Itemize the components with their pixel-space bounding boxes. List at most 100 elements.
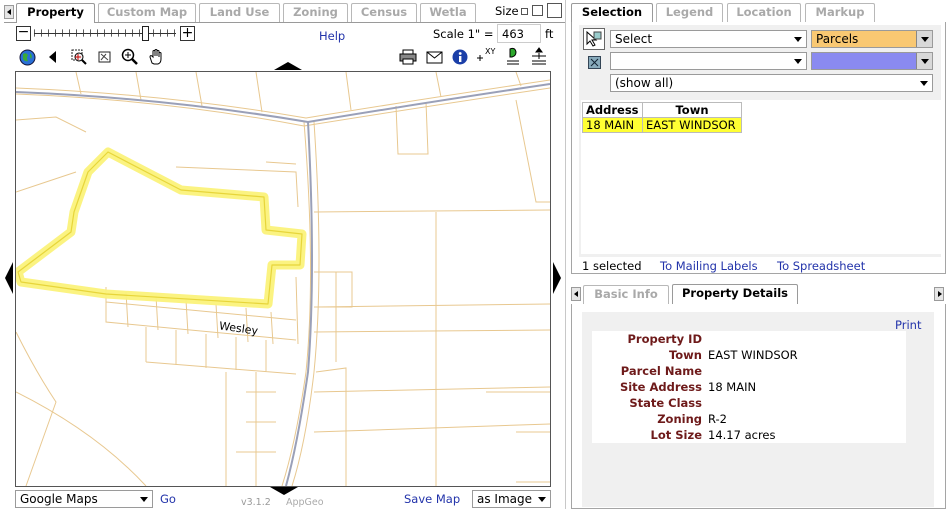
detail-row-town: Town EAST WINDSOR	[592, 348, 912, 364]
zoom-slider-handle[interactable]	[142, 26, 149, 41]
column-header-address[interactable]: Address	[582, 102, 643, 118]
tab-baseline	[95, 22, 565, 23]
basemap-select-value: Google Maps	[20, 492, 98, 506]
info-icon[interactable]	[451, 48, 469, 66]
chevron-down-icon	[916, 31, 932, 47]
detail-row-parcel-name: Parcel Name	[592, 364, 912, 380]
second-action-select[interactable]	[610, 52, 807, 70]
size-small-button[interactable]	[521, 8, 528, 15]
zoom-box-icon[interactable]	[96, 48, 114, 66]
tab-selection[interactable]: Selection	[571, 3, 653, 23]
chevron-down-icon	[790, 31, 806, 47]
zoom-slider[interactable]	[34, 26, 176, 41]
detail-label: State Class	[629, 396, 702, 410]
pan-arrows-icon[interactable]	[530, 46, 548, 65]
tabs-scroll-left[interactable]	[4, 5, 14, 19]
identify-icon[interactable]	[504, 47, 522, 65]
filter-select[interactable]: (show all)	[610, 74, 933, 92]
detail-tabs-scroll-right[interactable]	[934, 287, 944, 301]
filter-value: (show all)	[615, 76, 674, 90]
map-canvas[interactable]: Wesley	[15, 71, 551, 487]
scale-label: Scale 1" =	[433, 27, 494, 41]
basemap-select[interactable]: Google Maps	[15, 490, 153, 508]
spreadsheet-link[interactable]: To Spreadsheet	[777, 259, 865, 273]
detail-value: R-2	[708, 412, 727, 426]
second-layer-select[interactable]	[811, 52, 933, 70]
detail-label: Site Address	[619, 380, 702, 394]
column-header-town[interactable]: Town	[642, 102, 742, 118]
email-icon[interactable]	[425, 48, 443, 66]
scale-input[interactable]: 463	[497, 24, 541, 43]
zoom-in-icon[interactable]	[121, 48, 139, 66]
detail-value: 18 MAIN	[708, 380, 757, 394]
detail-label: Property ID	[627, 332, 702, 346]
tab-location[interactable]: Location	[727, 3, 801, 22]
chevron-down-icon	[916, 75, 932, 91]
select-area-icon[interactable]	[588, 56, 601, 69]
detail-row-property-id: Property ID	[592, 332, 912, 348]
chevron-down-icon	[136, 491, 152, 507]
details-print-link[interactable]: Print	[895, 318, 921, 332]
globe-icon[interactable]	[18, 48, 36, 66]
selection-action-value: Select	[615, 32, 653, 46]
select-tool-icon[interactable]	[583, 28, 605, 50]
detail-row-state-class: State Class	[592, 396, 912, 412]
scale-unit: ft	[545, 27, 554, 41]
table-row[interactable]: 18 MAIN EAST WINDSOR	[582, 117, 742, 133]
basemap-go-link[interactable]: Go	[160, 492, 176, 506]
vendor-label: AppGeo	[286, 497, 324, 508]
tab-census[interactable]: Census	[351, 3, 417, 22]
tab-land-use[interactable]: Land Use	[199, 3, 280, 22]
panel-divider	[565, 0, 566, 509]
results-table: Address Town 18 MAIN EAST WINDSOR	[582, 102, 742, 133]
chevron-down-icon	[534, 491, 550, 507]
cell-town: EAST WINDSOR	[642, 117, 742, 133]
tab-wetlands[interactable]: Wetla	[420, 3, 476, 22]
detail-label: Parcel Name	[620, 364, 702, 378]
tab-zoning[interactable]: Zoning	[283, 3, 348, 22]
results-table-area: Address Town 18 MAIN EAST WINDSOR	[581, 100, 942, 254]
size-large-button[interactable]	[547, 3, 562, 18]
chevron-down-icon	[916, 53, 932, 69]
map-pan-north[interactable]	[274, 62, 302, 70]
print-icon[interactable]	[399, 48, 417, 66]
zoom-extent-icon[interactable]	[70, 48, 88, 66]
selection-layer-select[interactable]: Parcels	[811, 30, 933, 48]
chevron-down-icon	[790, 53, 806, 69]
detail-value: EAST WINDSOR	[708, 348, 798, 362]
save-format-select[interactable]: as Image	[472, 490, 551, 508]
pan-hand-icon[interactable]	[147, 48, 165, 66]
tab-legend[interactable]: Legend	[656, 3, 723, 22]
detail-row-lot-size: Lot Size 14.17 acres	[592, 428, 912, 444]
size-label: Size	[495, 4, 519, 18]
map-pan-east[interactable]	[553, 262, 561, 294]
selection-count: 1 selected	[582, 259, 642, 273]
version-label: v3.1.2	[241, 497, 271, 508]
selection-layer-value: Parcels	[816, 32, 859, 46]
zoom-in-button[interactable]: +	[180, 26, 195, 41]
tab-basic-info[interactable]: Basic Info	[583, 285, 669, 304]
map-pan-south[interactable]	[270, 487, 298, 495]
save-map-link[interactable]: Save Map	[404, 492, 460, 506]
map-svg	[16, 72, 550, 486]
svg-text:XY: XY	[485, 47, 495, 56]
tab-markup[interactable]: Markup	[805, 3, 875, 22]
help-link[interactable]: Help	[319, 29, 345, 43]
back-arrow-icon[interactable]	[44, 48, 62, 66]
mailing-labels-link[interactable]: To Mailing Labels	[660, 259, 758, 273]
detail-tabs-scroll-left[interactable]	[571, 287, 581, 301]
tab-custom-map[interactable]: Custom Map	[98, 3, 196, 22]
tab-baseline	[4, 22, 16, 23]
size-medium-button[interactable]	[532, 5, 543, 16]
map-pan-west[interactable]	[5, 262, 13, 294]
detail-label: Lot Size	[650, 428, 702, 442]
detail-label: Zoning	[657, 412, 702, 426]
selection-action-select[interactable]: Select	[610, 30, 807, 48]
detail-row-zoning: Zoning R-2	[592, 412, 912, 428]
zoom-out-button[interactable]: −	[16, 25, 31, 41]
detail-value: 14.17 acres	[708, 428, 776, 442]
tab-property-details[interactable]: Property Details	[672, 284, 798, 304]
xy-icon[interactable]: XY	[476, 46, 498, 64]
save-format-value: as Image	[477, 492, 533, 506]
tab-property[interactable]: Property	[16, 3, 95, 23]
